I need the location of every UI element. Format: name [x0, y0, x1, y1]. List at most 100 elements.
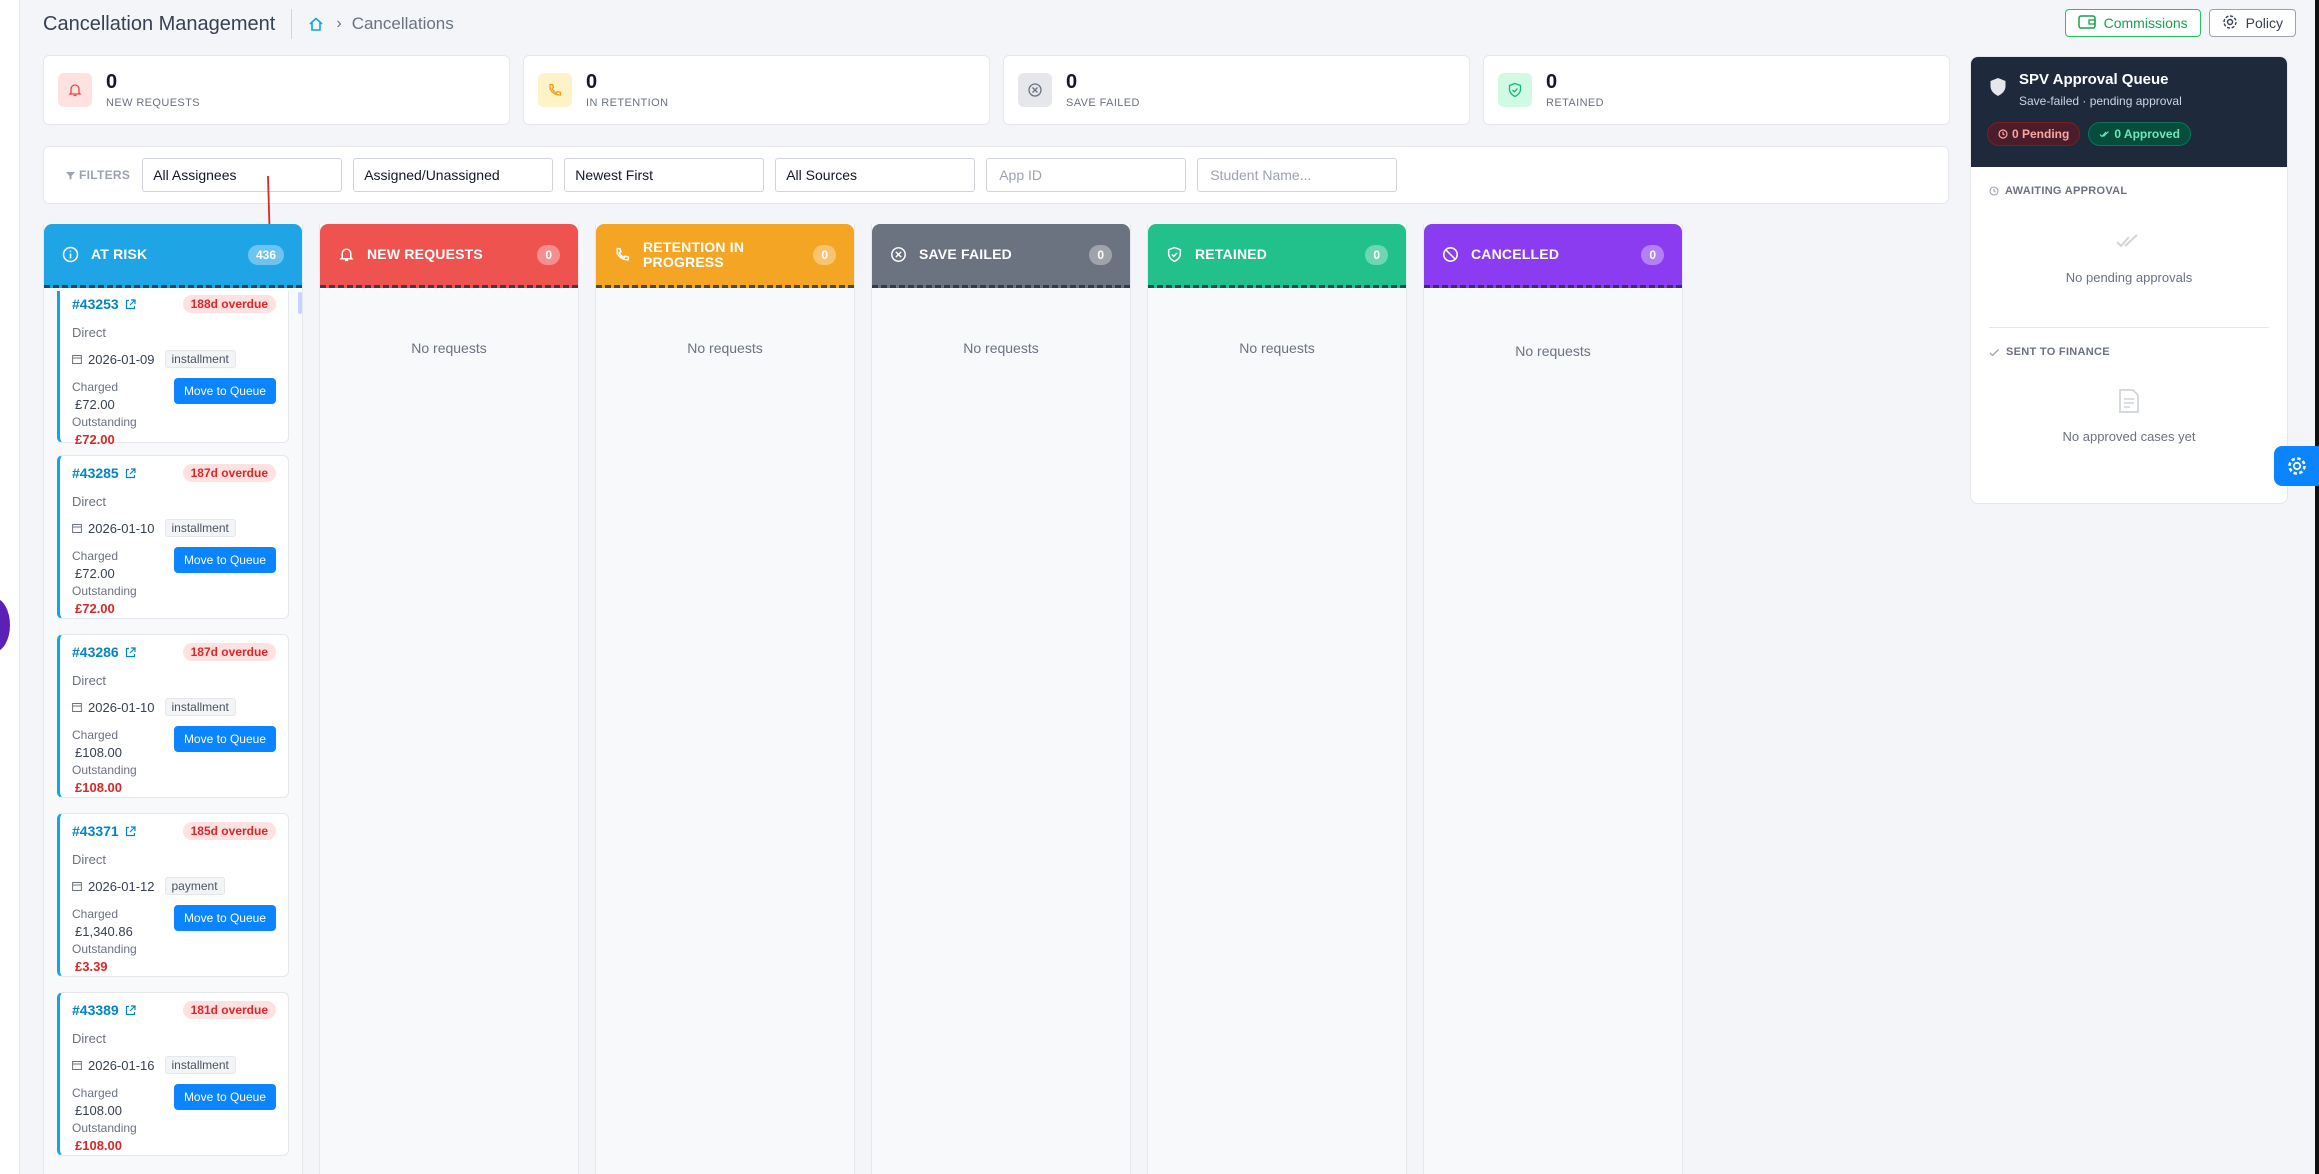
column-title: AT RISK — [91, 246, 148, 262]
outstanding-label: Outstanding — [72, 942, 137, 956]
column-title: RETAINED — [1195, 246, 1268, 262]
pending-badge[interactable]: 0 Pending — [1987, 122, 2081, 146]
column-title: NEW REQUESTS — [367, 246, 483, 262]
commissions-button[interactable]: Commissions — [2064, 9, 2201, 37]
case-card[interactable]: #43371 185d overdue Direct 2026-01-12 pay… — [57, 813, 289, 977]
stat-value: 0 — [1546, 71, 1558, 93]
student-name-input[interactable] — [1197, 158, 1398, 192]
column-cancelled: CANCELLED 0 No requests — [1423, 224, 1683, 1174]
home-icon[interactable] — [308, 15, 326, 33]
case-id-link[interactable]: #43286 — [72, 644, 136, 660]
info-icon — [62, 246, 79, 263]
case-date-row: 2026-01-10 installment — [72, 519, 276, 537]
case-id-link[interactable]: #43285 — [72, 465, 136, 481]
stat-new-requests: 0 NEW REQUESTS — [43, 55, 510, 125]
stat-value: 0 — [586, 71, 598, 93]
assignment-select[interactable]: Assigned/Unassigned — [353, 158, 554, 192]
case-source: Direct — [72, 1031, 106, 1046]
move-to-queue-button[interactable]: Move to Queue — [173, 378, 276, 404]
column-title: RETENTION IN PROGRESS — [643, 238, 745, 270]
outstanding-label: Outstanding — [72, 763, 137, 777]
calendar-icon — [72, 703, 82, 712]
commissions-label: Commissions — [2103, 15, 2188, 31]
overdue-badge: 181d overdue — [182, 1001, 276, 1019]
case-card[interactable]: #43389 181d overdue Direct 2026-01-16 ins… — [57, 992, 289, 1156]
column-header[interactable]: RETAINED 0 — [1148, 224, 1406, 288]
outstanding-amount: £108.00 — [75, 1138, 122, 1153]
column-retention: RETENTION IN PROGRESS 0 No requests — [595, 224, 855, 1174]
sent-to-finance-label: SENT TO FINANCE — [2006, 346, 2110, 358]
spv-header: SPV Approval Queue Save-failed · pending… — [1971, 57, 2287, 167]
assignee-select[interactable]: All Assignees — [142, 158, 343, 192]
case-id-link[interactable]: #43253 — [72, 296, 136, 312]
calendar-icon — [72, 355, 82, 364]
spv-title: SPV Approval Queue — [2019, 71, 2169, 88]
approved-badge[interactable]: 0 Approved — [2088, 122, 2191, 146]
column-title: CANCELLED — [1471, 246, 1560, 262]
stat-in-retention: 0 IN RETENTION — [523, 55, 990, 125]
calendar-icon — [72, 882, 82, 891]
card-list: #43253 188d overdue Direct 2026-01-09 ins… — [57, 291, 289, 1171]
column-new-requests: NEW REQUESTS 0 No requests — [319, 224, 579, 1174]
column-header[interactable]: CANCELLED 0 — [1424, 224, 1682, 288]
source-select[interactable]: All Sources — [775, 158, 976, 192]
column-count: 0 — [1365, 244, 1388, 265]
case-date-row: 2026-01-10 installment — [72, 698, 276, 716]
empty-state: No requests — [1239, 340, 1315, 356]
case-id-link[interactable]: #43389 — [72, 1002, 136, 1018]
column-title: SAVE FAILED — [919, 246, 1012, 262]
stat-label: SAVE FAILED — [1066, 97, 1140, 109]
spv-subtitle: Save-failed · pending approval — [2019, 94, 2182, 108]
case-card[interactable]: #43253 188d overdue Direct 2026-01-09 ins… — [57, 291, 289, 447]
case-type-tag: installment — [164, 519, 236, 537]
empty-state: No requests — [411, 340, 487, 356]
case-card[interactable]: #43285 187d overdue Direct 2026-01-10 ins… — [57, 455, 289, 619]
policy-button[interactable]: Policy — [2208, 9, 2296, 37]
overdue-badge: 187d overdue — [182, 643, 276, 661]
column-scrollbar[interactable] — [298, 292, 302, 314]
case-type-tag: installment — [164, 350, 236, 368]
case-card[interactable]: #43286 187d overdue Direct 2026-01-10 ins… — [57, 634, 289, 798]
column-header[interactable]: NEW REQUESTS 0 — [320, 224, 578, 288]
column-header[interactable]: AT RISK 436 — [44, 224, 302, 288]
case-type-tag: installment — [164, 698, 236, 716]
sort-select[interactable]: Newest First — [564, 158, 765, 192]
approved-badge-label: 0 Approved — [2114, 127, 2180, 141]
empty-state: No requests — [963, 340, 1039, 356]
bell-icon — [339, 248, 354, 262]
external-link-icon — [125, 298, 136, 309]
external-link-icon — [125, 825, 136, 836]
spv-approval-panel: SPV Approval Queue Save-failed · pending… — [1970, 56, 2288, 504]
settings-fab[interactable] — [2274, 446, 2319, 486]
case-id: #43285 — [72, 465, 119, 481]
outstanding-label: Outstanding — [72, 415, 137, 429]
outstanding-amount: £3.39 — [75, 959, 108, 974]
move-to-queue-button[interactable]: Move to Queue — [173, 905, 276, 931]
case-id-link[interactable]: #43371 — [72, 823, 136, 839]
case-date: 2026-01-12 — [88, 878, 155, 894]
finance-empty-text: No approved cases yet — [2062, 429, 2196, 444]
policy-label: Policy — [2245, 15, 2283, 31]
phone-icon — [616, 247, 630, 261]
case-date: 2026-01-09 — [88, 351, 155, 367]
move-to-queue-button[interactable]: Move to Queue — [173, 726, 276, 752]
column-header[interactable]: RETENTION IN PROGRESS 0 — [596, 224, 854, 288]
case-date-row: 2026-01-09 installment — [72, 350, 276, 368]
app-id-input[interactable] — [986, 158, 1187, 192]
filters-label-text: FILTERS — [79, 168, 131, 182]
column-count: 0 — [813, 244, 836, 265]
page-header: Cancellation Management › Cancellations — [43, 8, 454, 40]
breadcrumb-current: Cancellations — [351, 14, 454, 33]
page-title: Cancellation Management — [43, 12, 276, 35]
column-header[interactable]: SAVE FAILED 0 — [872, 224, 1130, 288]
chevron-right-icon: › — [336, 15, 342, 32]
case-date: 2026-01-16 — [88, 1057, 155, 1073]
case-source: Direct — [72, 673, 106, 688]
finance-empty-state: No approved cases yet — [1971, 388, 2287, 444]
empty-state: No requests — [1515, 343, 1591, 359]
move-to-queue-button[interactable]: Move to Queue — [173, 547, 276, 573]
stat-retained: 0 RETAINED — [1483, 55, 1950, 125]
stats-row: 0 NEW REQUESTS 0 IN RETENTION 0 SAVE FAILED… — [43, 55, 1950, 125]
awaiting-approval-label: AWAITING APPROVAL — [2005, 185, 2128, 197]
move-to-queue-button[interactable]: Move to Queue — [173, 1084, 276, 1110]
